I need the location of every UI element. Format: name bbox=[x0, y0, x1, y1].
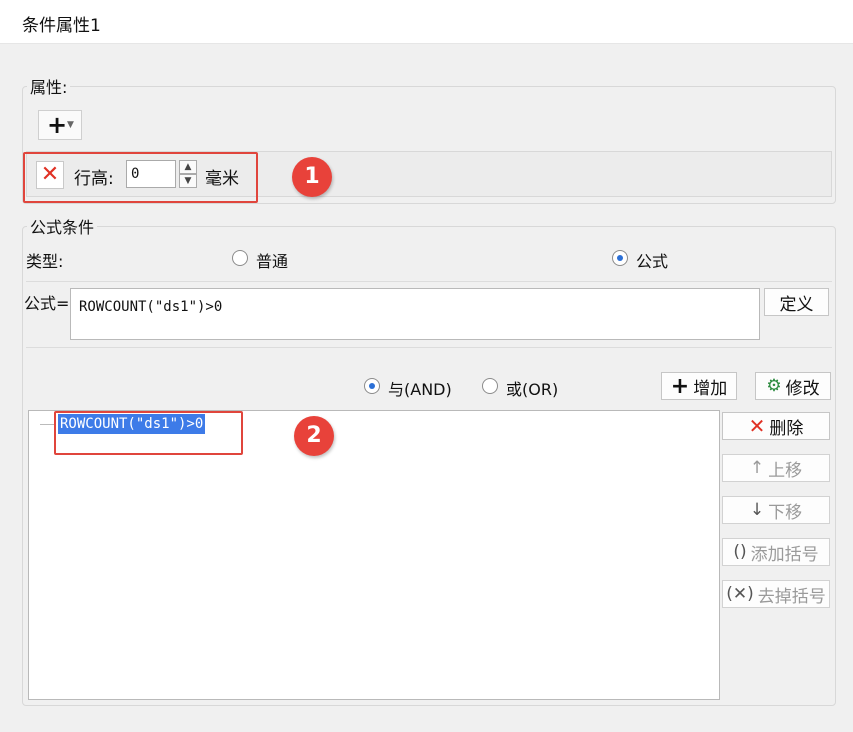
callout-badge-1: 1 bbox=[292, 157, 332, 197]
define-button[interactable]: 定义 bbox=[764, 288, 829, 316]
plus-icon: + bbox=[47, 111, 68, 139]
add-condition-button[interactable]: + 增加 bbox=[661, 372, 737, 400]
attributes-legend: 属性: bbox=[27, 74, 71, 98]
divider bbox=[26, 281, 832, 282]
logic-and-radio[interactable] bbox=[364, 378, 380, 394]
delete-button-label: 删除 bbox=[769, 418, 804, 439]
move-down-label: 下移 bbox=[768, 502, 803, 523]
define-button-label: 定义 bbox=[779, 294, 814, 315]
type-formula-radio[interactable] bbox=[612, 250, 628, 266]
remove-bracket-button[interactable]: (✕) 去掉括号 bbox=[722, 580, 830, 608]
add-bracket-label: 添加括号 bbox=[750, 544, 819, 565]
move-up-button[interactable]: ↑ 上移 bbox=[722, 454, 830, 482]
modify-condition-button[interactable]: ⚙ 修改 bbox=[755, 372, 831, 400]
chevron-down-icon: ▼ bbox=[67, 120, 74, 130]
add-bracket-button[interactable]: () 添加括号 bbox=[722, 538, 830, 566]
formula-label: 公式= bbox=[24, 294, 70, 313]
logic-or-label[interactable]: 或(OR) bbox=[506, 376, 558, 400]
remove-bracket-icon: (✕) bbox=[726, 584, 754, 604]
formula-condition-legend: 公式条件 bbox=[27, 214, 98, 238]
type-normal-label[interactable]: 普通 bbox=[256, 248, 288, 272]
bracket-icon: () bbox=[733, 542, 747, 562]
callout-box-2 bbox=[54, 411, 243, 455]
type-label: 类型: bbox=[26, 252, 64, 271]
move-down-button[interactable]: ↓ 下移 bbox=[722, 496, 830, 524]
add-condition-label: 增加 bbox=[693, 378, 728, 399]
arrow-down-icon: ↓ bbox=[749, 500, 765, 520]
delete-button[interactable]: ✕ 删除 bbox=[722, 412, 830, 440]
formula-text: ROWCOUNT("ds1")>0 bbox=[79, 299, 223, 315]
type-formula-label[interactable]: 公式 bbox=[636, 248, 668, 272]
callout-box-1 bbox=[23, 152, 258, 203]
divider bbox=[26, 347, 832, 348]
logic-or-radio[interactable] bbox=[482, 378, 498, 394]
modify-condition-label: 修改 bbox=[785, 378, 820, 399]
formula-input[interactable]: ROWCOUNT("ds1")>0 bbox=[70, 288, 760, 340]
plus-icon: + bbox=[670, 373, 690, 399]
dialog-title-bar: 条件属性1 bbox=[0, 0, 853, 44]
remove-bracket-label: 去掉括号 bbox=[757, 586, 826, 607]
gear-icon: ⚙ bbox=[766, 376, 782, 396]
arrow-up-icon: ↑ bbox=[749, 458, 765, 478]
type-normal-radio[interactable] bbox=[232, 250, 248, 266]
add-attribute-button[interactable]: + ▼ bbox=[38, 110, 82, 140]
logic-and-label[interactable]: 与(AND) bbox=[388, 376, 452, 400]
dialog-title: 条件属性1 bbox=[22, 16, 101, 36]
callout-badge-2: 2 bbox=[294, 416, 334, 456]
move-up-label: 上移 bbox=[768, 460, 803, 481]
close-icon: ✕ bbox=[748, 414, 766, 438]
